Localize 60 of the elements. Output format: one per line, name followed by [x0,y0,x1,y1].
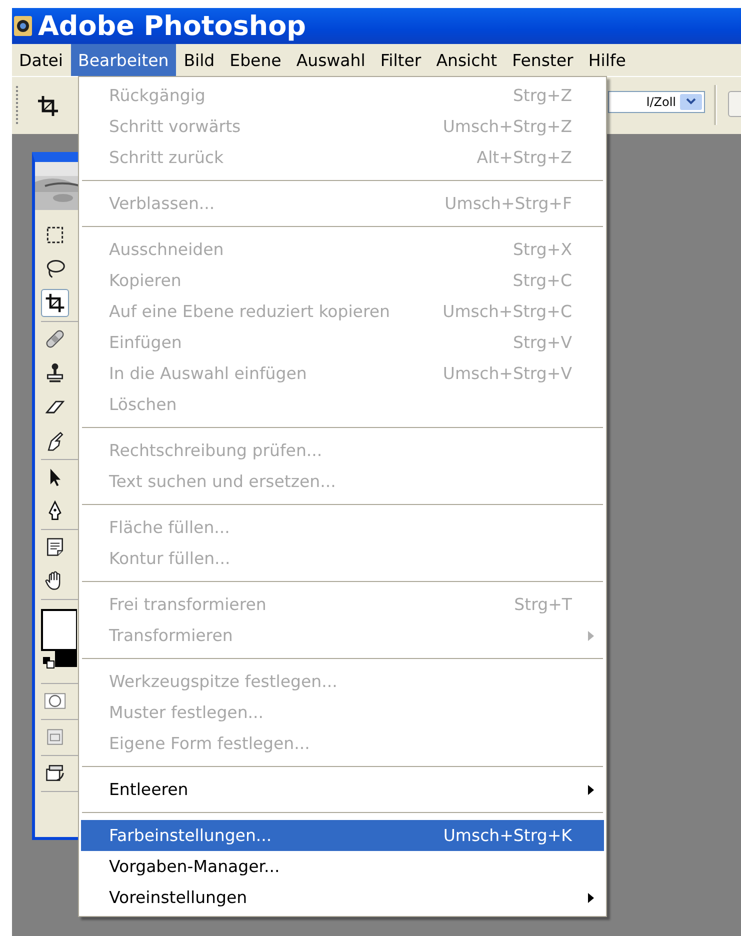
menu-item[interactable]: Entleeren [81,774,604,805]
menu-item-label: Werkzeugspitze festlegen... [109,672,338,691]
menu-item-label: Voreinstellungen [109,888,248,907]
menu-item-label: Eigene Form festlegen... [109,734,311,753]
menu-item[interactable]: Voreinstellungen [81,882,604,913]
menu-item[interactable]: Farbeinstellungen... Umsch+Strg+K [81,820,604,851]
menu-bar-item[interactable]: Bearbeiten [71,44,176,76]
menu-item-label: Transformieren [109,626,234,645]
shortcut-label: Umsch+Strg+V [442,364,572,383]
menu-item-label: Kontur füllen... [109,549,232,568]
menu-item-label: Frei transformieren [109,595,268,614]
menu-item-label: Kopieren [109,271,182,290]
menu-item-label: Auf eine Ebene reduziert kopieren [109,302,391,321]
menu-item-label: Rechtschreibung prüfen... [109,441,324,460]
menu-item-label: Schritt zurück [109,148,225,167]
menu-bar-item[interactable]: Datei [12,44,70,76]
shortcut-label: Strg+Z [512,86,572,105]
menu-bar-item[interactable]: Fenster [505,44,580,76]
shortcut-label: Strg+V [512,333,572,352]
menu-item-label: Ausschneiden [109,240,225,259]
menu-item-label: Entleeren [109,780,190,799]
crop-tool[interactable] [41,289,69,317]
menu-bar-item[interactable]: Ansicht [429,44,504,76]
app-icon [14,15,32,37]
quick-mask-icon [44,690,66,712]
shortcut-label: Alt+Strg+Z [476,148,572,167]
menu-bar-item[interactable]: Auswahl [289,44,372,76]
shortcut-label: Umsch+Strg+K [443,826,572,845]
note-icon [44,536,66,558]
menu-bar-item[interactable]: Ebene [222,44,288,76]
menu-bar-item[interactable]: Bild [176,44,222,76]
menu-bar-item[interactable]: Filter [373,44,428,76]
crop-icon [44,292,66,314]
shortcut-label: Umsch+Strg+F [444,194,572,213]
menu-bar-item[interactable]: Hilfe [581,44,633,76]
menu-item[interactable]: Vorgaben-Manager... [81,851,604,882]
menu-item-label: In die Auswahl einfügen [109,364,308,383]
shortcut-label: Umsch+Strg+Z [442,117,572,136]
menu-item-label: Text suchen und ersetzen... [109,472,337,491]
lasso-icon [44,258,66,280]
screen-mode-icon [44,726,66,748]
menu-item-label: Fläche füllen... [109,518,231,537]
menu-item-label: Löschen [109,395,178,414]
menu-item-label: Einfügen [109,333,183,352]
marquee-icon [44,224,66,246]
stamp-icon [44,362,66,384]
menu-item-label: Schritt vorwärts [109,117,242,136]
shortcut-label: Umsch+Strg+C [442,302,572,321]
menu-item-label: Rückgängig [109,86,206,105]
crop-icon[interactable] [36,94,60,118]
shortcut-label: Strg+X [512,240,572,259]
unit-dropdown[interactable]: l/Zoll [608,91,705,113]
jump-to-icon [44,762,66,784]
menu-item-label: Verblassen... [109,194,216,213]
shortcut-label: Strg+T [514,595,572,614]
window-title: Adobe Photoshop [38,10,306,42]
menu-item-label: Vorgaben-Manager... [109,857,281,876]
shortcut-label: Strg+C [512,271,572,290]
menu-item-label: Muster festlegen... [109,703,265,722]
menu-item-label: Farbeinstellungen... [109,826,273,845]
